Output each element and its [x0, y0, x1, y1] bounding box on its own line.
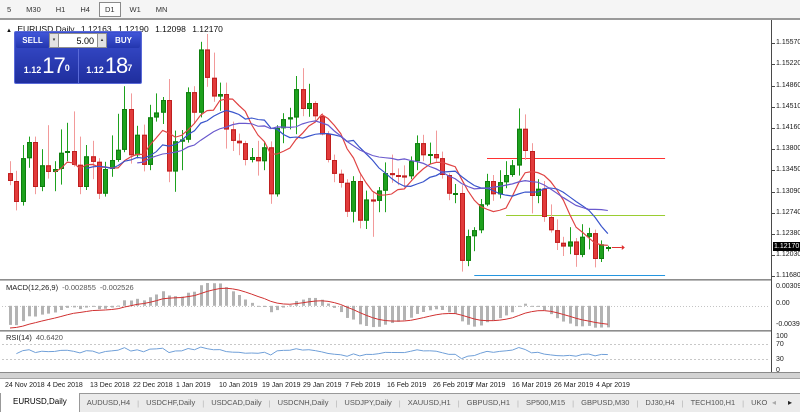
timeframe-button-w1[interactable]: W1	[124, 2, 147, 17]
chart-tab-eurusd[interactable]: EURUSD,Daily	[0, 393, 80, 412]
timeframe-button-h4[interactable]: H4	[74, 2, 96, 17]
price-tick	[772, 64, 775, 65]
price-axis-label: 1.15220	[776, 60, 800, 67]
date-axis-label: 16 Mar 2019	[512, 382, 551, 389]
timeframe-toolbar: 5M30H1H4D1W1MN	[0, 0, 800, 20]
date-axis-label: 10 Jan 2019	[219, 382, 258, 389]
price-axis-label: 1.14510	[776, 103, 800, 110]
chart-tab-usdcad[interactable]: USDCAD,Daily	[204, 394, 268, 412]
sell-price-pipette: 0	[65, 63, 70, 73]
rsi-axis-70: 70	[776, 341, 784, 348]
price-axis-label: 1.12740	[776, 209, 800, 216]
timeframe-button-5[interactable]: 5	[1, 2, 17, 17]
mt4-window: 5M30H1H4D1W1MN ▲ EURUSD,Daily 1.12163 1.…	[0, 0, 800, 412]
timeframe-button-m30[interactable]: M30	[20, 2, 47, 17]
price-tick	[772, 276, 775, 277]
date-axis-label: 16 Feb 2019	[387, 382, 426, 389]
chart-tab-uko[interactable]: UKO	[744, 394, 774, 412]
chart-tab-usdchf[interactable]: USDCHF,Daily	[139, 394, 202, 412]
macd-axis-max: 0.003095	[776, 283, 800, 290]
timeframe-button-d1[interactable]: D1	[99, 2, 121, 17]
buy-price-prefix: 1.12	[86, 65, 104, 75]
date-axis-label: 13 Dec 2018	[90, 382, 130, 389]
chart-tab-usdcnh[interactable]: USDCNH,Daily	[271, 394, 336, 412]
price-axis-label: 1.13800	[776, 145, 800, 152]
price-axis-label: 1.13090	[776, 188, 800, 195]
sell-price-big: 17	[42, 53, 64, 79]
price-tick	[772, 255, 775, 256]
rsi-axis-30: 30	[776, 356, 784, 363]
rsi-panel-canvas[interactable]	[2, 332, 770, 371]
timeframe-button-h1[interactable]: H1	[50, 2, 72, 17]
price-axis-label: 1.15570	[776, 39, 800, 46]
price-tick	[772, 86, 775, 87]
price-tick	[772, 107, 775, 108]
sell-price[interactable]: 1.12 17 0	[16, 49, 79, 83]
price-tick	[772, 43, 775, 44]
ohlc-close: 1.12170	[192, 24, 223, 34]
price-axis-label: 1.14160	[776, 124, 800, 131]
chart-tab-gbpusd[interactable]: GBPUSD,H1	[460, 394, 517, 412]
chart-tab-usdjpy[interactable]: USDJPY,Daily	[337, 394, 398, 412]
price-scale: 1.12170 1.15570 1.15220 1.14860 1.14510 1.14…	[771, 20, 800, 372]
sell-price-prefix: 1.12	[24, 65, 42, 75]
date-axis-label: 24 Nov 2018	[5, 382, 45, 389]
date-axis-label: 4 Apr 2019	[596, 382, 630, 389]
price-axis-label: 1.13450	[776, 166, 800, 173]
macd-signal-value: -0.002526	[100, 283, 134, 292]
price-axis-label: 1.12030	[776, 251, 800, 258]
chart-tab-bar: EURUSD,DailyAUDUSD,H4|USDCHF,Daily|USDCA…	[0, 393, 800, 412]
volume-input[interactable]	[59, 33, 97, 48]
sell-button[interactable]: SELL	[16, 33, 49, 48]
chart-tab-sp500[interactable]: SP500,M15	[519, 394, 572, 412]
chart-tab-xauusd[interactable]: XAUUSD,H1	[401, 394, 458, 412]
timeframe-button-mn[interactable]: MN	[150, 2, 174, 17]
tab-scroll-right-icon[interactable]: ▸	[788, 398, 792, 407]
date-axis-label: 7 Feb 2019	[345, 382, 380, 389]
price-tick	[772, 128, 775, 129]
one-click-trading-panel: SELL ▾ ▴ BUY 1.12 17 0 1.12 18 7	[14, 31, 142, 84]
volume-increase-button[interactable]: ▴	[97, 33, 107, 48]
price-axis-label: 1.12380	[776, 230, 800, 237]
buy-price[interactable]: 1.12 18 7	[79, 49, 141, 83]
current-price-tag: 1.12170	[773, 242, 800, 251]
date-axis-label: 29 Jan 2019	[303, 382, 342, 389]
price-tick	[772, 170, 775, 171]
date-axis-label: 26 Mar 2019	[554, 382, 593, 389]
chart-tab-tech100[interactable]: TECH100,H1	[684, 394, 743, 412]
date-axis-label: 4 Dec 2018	[47, 382, 83, 389]
macd-label: MACD(12,26,9)-0.002855-0.002526	[6, 283, 134, 292]
buy-button[interactable]: BUY	[107, 33, 140, 48]
volume-decrease-button[interactable]: ▾	[49, 33, 59, 48]
buy-price-big: 18	[105, 53, 127, 79]
chart-tab-gbpusd[interactable]: GBPUSD,M30	[574, 394, 636, 412]
date-axis-label: 19 Jan 2019	[262, 382, 301, 389]
price-axis-label: 1.11680	[776, 272, 800, 279]
macd-main-value: -0.002855	[62, 283, 96, 292]
chart-tab-dj30[interactable]: DJ30,H4	[638, 394, 681, 412]
rsi-label: RSI(14)40.6420	[6, 333, 63, 342]
price-tick	[772, 192, 775, 193]
date-axis-label: 7 Mar 2019	[470, 382, 505, 389]
date-axis: 24 Nov 20184 Dec 2018 13 Dec 201822 Dec 2…	[0, 379, 800, 393]
chart-tab-audusd[interactable]: AUDUSD,H4	[80, 394, 137, 412]
rsi-axis-100: 100	[776, 333, 788, 340]
rsi-value: 40.6420	[36, 333, 63, 342]
ohlc-low: 1.12098	[155, 24, 186, 34]
buy-price-pipette: 7	[127, 63, 132, 73]
macd-axis-min: -0.003947	[776, 321, 800, 328]
price-tick	[772, 234, 775, 235]
date-axis-label: 1 Jan 2019	[176, 382, 211, 389]
price-tick	[772, 149, 775, 150]
macd-axis-zero: 0.00	[776, 300, 790, 307]
horizontal-divider-strip[interactable]	[0, 372, 800, 379]
price-axis-label: 1.14860	[776, 82, 800, 89]
price-tick	[772, 213, 775, 214]
tab-scroll-left-icon[interactable]: ◂	[772, 398, 776, 407]
chart-expand-icon[interactable]: ▲	[6, 28, 12, 34]
date-axis-label: 26 Feb 2019	[433, 382, 472, 389]
date-axis-label: 22 Dec 2018	[133, 382, 173, 389]
